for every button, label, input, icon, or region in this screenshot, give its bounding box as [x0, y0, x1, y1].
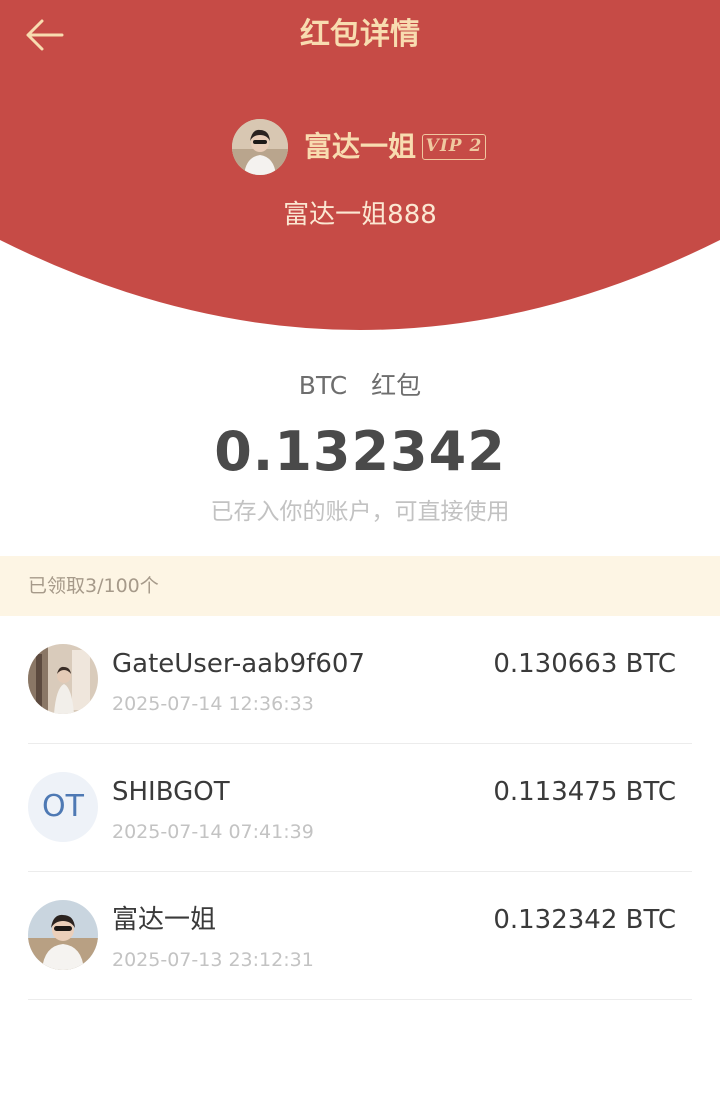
- recipient-avatar-initials: OT: [28, 772, 98, 842]
- packet-type-label: 红包: [371, 371, 422, 400]
- recipient-name: 富达一姐: [112, 905, 217, 935]
- claim-amount: 0.113475 BTC: [493, 777, 676, 807]
- claim-time: 2025-07-13 23:12:31: [112, 949, 314, 971]
- claim-amount: 0.132342 BTC: [493, 905, 676, 935]
- deposit-note: 已存入你的账户，可直接使用: [210, 499, 510, 525]
- received-amount: 0.132342: [214, 420, 506, 483]
- list-item[interactable]: 富达一姐 2025-07-13 23:12:31 0.132342 BTC: [0, 872, 720, 1000]
- recipient-avatar: [28, 900, 98, 970]
- currency-label: BTC: [298, 371, 348, 400]
- sender-name: 富达一姐: [304, 130, 417, 163]
- claim-time: 2025-07-14 07:41:39: [112, 821, 314, 843]
- page-title: 红包详情: [300, 17, 420, 52]
- claimed-count: 已领取3/100个: [28, 575, 159, 597]
- sender-avatar[interactable]: [232, 119, 288, 175]
- vip-badge: VIP 2: [422, 134, 486, 160]
- list-item[interactable]: GateUser-aab9f607 2025-07-14 12:36:33 0.…: [0, 616, 720, 744]
- recipient-avatar: [28, 644, 98, 714]
- claimed-summary-bar: 已领取3/100个: [0, 556, 720, 616]
- claim-time: 2025-07-14 12:36:33: [112, 693, 314, 715]
- packet-greeting: 富达一姐888: [283, 200, 437, 230]
- packet-currency-row: BTC 红包: [0, 367, 720, 405]
- recipient-name: GateUser-aab9f607: [112, 649, 365, 679]
- row-divider: [28, 999, 692, 1000]
- list-item[interactable]: OT SHIBGOT 2025-07-14 07:41:39 0.113475 …: [0, 744, 720, 872]
- recipient-name: SHIBGOT: [112, 777, 230, 807]
- claim-amount: 0.130663 BTC: [493, 649, 676, 679]
- recipient-list: GateUser-aab9f607 2025-07-14 12:36:33 0.…: [0, 616, 720, 1000]
